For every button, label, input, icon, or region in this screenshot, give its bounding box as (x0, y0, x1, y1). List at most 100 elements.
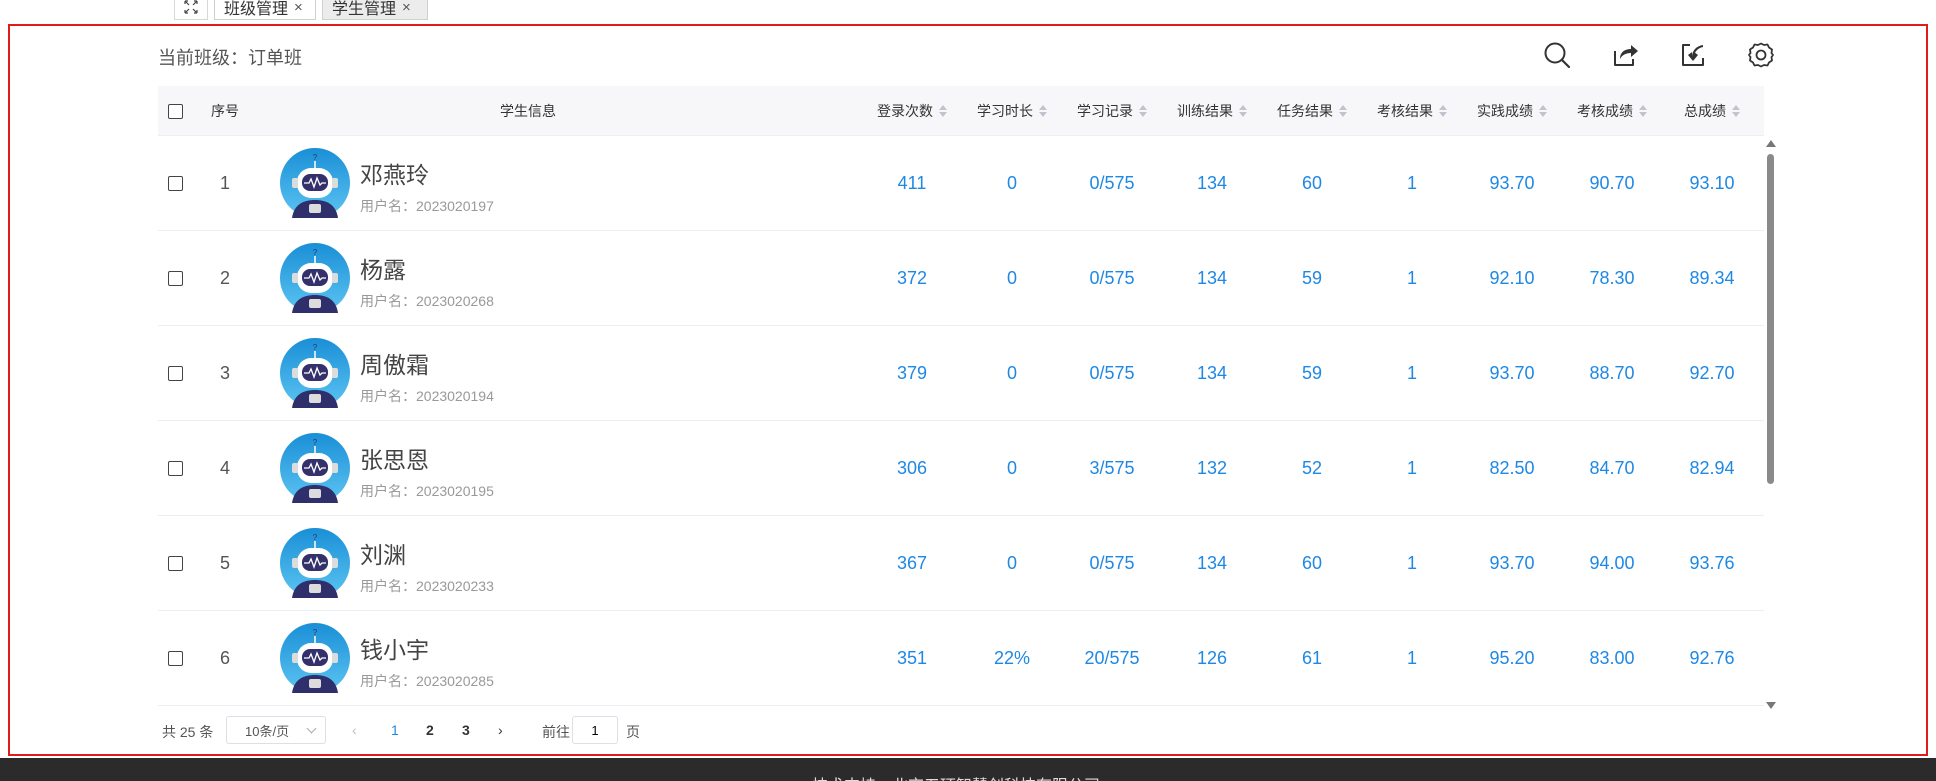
page-number-2[interactable]: 2 (426, 722, 434, 738)
scroll-up-icon[interactable] (1766, 140, 1776, 147)
row-index: 2 (219, 268, 230, 288)
column-header-practice-score[interactable]: 实践成绩 (1462, 86, 1562, 136)
cell-exam-score: 88.70 (1589, 363, 1635, 383)
cell-task: 59 (1301, 363, 1323, 383)
cell-study-record: 0/575 (1089, 173, 1135, 193)
page-number-3[interactable]: 3 (462, 722, 470, 738)
cell-total-score: 92.70 (1689, 363, 1735, 383)
row-checkbox[interactable] (167, 176, 183, 191)
table-header: 序号 学生信息 登录次数 学习时长 学习记录 训练结果 任务结果 考核结果 实践… (158, 86, 1764, 136)
cell-logins: 351 (896, 648, 928, 668)
student-username: 用户名：2023020195 (360, 483, 494, 499)
cell-study-record: 0/575 (1089, 553, 1135, 573)
avatar: ? (280, 243, 350, 313)
sort-icon[interactable] (1139, 105, 1147, 117)
sort-icon[interactable] (939, 105, 947, 117)
student-name: 刘渊 (360, 542, 406, 568)
footer: 技术支持：北京五环智慧创科技有限公司 (0, 758, 1936, 781)
tab-student-management[interactable]: 学生管理 × (322, 0, 428, 20)
sort-icon[interactable] (1039, 105, 1047, 117)
svg-text:?: ? (313, 438, 318, 447)
export-icon[interactable] (1608, 38, 1642, 72)
column-header-study-record[interactable]: 学习记录 (1062, 86, 1162, 136)
row-checkbox[interactable] (167, 461, 183, 476)
scroll-down-icon[interactable] (1766, 702, 1776, 709)
sort-icon[interactable] (1732, 105, 1740, 117)
student-username: 用户名：2023020194 (360, 388, 494, 404)
column-header-task[interactable]: 任务结果 (1262, 86, 1362, 136)
cell-study-time: 0 (1006, 363, 1017, 383)
cell-total-score: 93.76 (1689, 553, 1735, 573)
table-row[interactable]: 2 ? 杨露 用户名：2023020268 372 0 0/575 134 59… (158, 231, 1764, 326)
cell-exam-score: 84.70 (1589, 458, 1635, 478)
sort-icon[interactable] (1339, 105, 1347, 117)
row-checkbox-cell (160, 421, 190, 516)
import-icon[interactable] (1676, 38, 1710, 72)
scrollbar-thumb[interactable] (1767, 154, 1774, 484)
next-page-button[interactable]: › (498, 722, 503, 738)
chevron-down-icon (306, 723, 317, 734)
cell-study-record: 3/575 (1089, 458, 1135, 478)
cell-training: 134 (1196, 553, 1228, 573)
current-class-label: 当前班级：订单班 (158, 48, 302, 68)
svg-text:?: ? (313, 628, 318, 637)
goto-page-input[interactable] (572, 716, 618, 744)
row-checkbox[interactable] (167, 366, 183, 381)
sort-icon[interactable] (1439, 105, 1447, 117)
table-row[interactable]: 6 ? 钱小宇 用户名：2023020285 351 22% 20/575 12… (158, 611, 1764, 706)
avatar: ? (280, 148, 350, 218)
cell-exam-result: 1 (1406, 553, 1417, 573)
page-number-1[interactable]: 1 (391, 722, 399, 738)
tab-class-management[interactable]: 班级管理 × (214, 0, 316, 20)
select-all-checkbox[interactable] (167, 103, 183, 119)
cell-task: 60 (1301, 553, 1323, 573)
cell-training: 134 (1196, 268, 1228, 288)
cell-logins: 411 (897, 173, 927, 193)
tab-strip: 班级管理 × 学生管理 × (0, 0, 1936, 22)
table-row[interactable]: 1 ? 邓燕玲 用户名：2023020197 411 0 0/575 134 6… (158, 136, 1764, 231)
goto-label: 前往 (542, 724, 570, 740)
sort-icon[interactable] (1239, 105, 1247, 117)
cell-study-time: 0 (1006, 173, 1017, 193)
page-size-select[interactable]: 10条/页 (226, 716, 326, 744)
cell-total-score: 82.94 (1689, 458, 1735, 478)
column-header-exam-result[interactable]: 考核结果 (1362, 86, 1462, 136)
column-header-training[interactable]: 训练结果 (1162, 86, 1262, 136)
column-header-exam-score[interactable]: 考核成绩 (1562, 86, 1662, 136)
table-row[interactable]: 3 ? 周傲霜 用户名：2023020194 379 0 0/575 134 5… (158, 326, 1764, 421)
cell-total-score: 92.76 (1689, 648, 1735, 668)
cell-training: 134 (1196, 363, 1228, 383)
tab-label: 班级管理 (224, 1, 289, 18)
fullscreen-icon[interactable] (174, 0, 208, 20)
row-index: 4 (219, 458, 230, 478)
row-checkbox[interactable] (167, 271, 183, 286)
cell-practice-score: 92.10 (1489, 268, 1535, 288)
row-checkbox[interactable] (167, 556, 183, 571)
column-header-total-score[interactable]: 总成绩 (1662, 86, 1762, 136)
column-header-study-time[interactable]: 学习时长 (962, 86, 1062, 136)
cell-study-time: 0 (1006, 553, 1017, 573)
row-checkbox-cell (160, 231, 190, 326)
column-header-logins[interactable]: 登录次数 (862, 86, 962, 136)
pagination: 共 25 条 10条/页 ‹ 1 2 3 › 前往 页 (162, 716, 762, 744)
cell-logins: 372 (896, 268, 928, 288)
sort-icon[interactable] (1539, 105, 1547, 117)
close-icon[interactable]: × (402, 0, 411, 16)
cell-training: 134 (1196, 173, 1228, 193)
table-row[interactable]: 5 ? 刘渊 用户名：2023020233 367 0 0/575 134 60… (158, 516, 1764, 611)
table-row[interactable]: 4 ? 张思恩 用户名：2023020195 306 0 3/575 132 5… (158, 421, 1764, 516)
table-scrollbar[interactable] (1764, 136, 1778, 714)
row-index: 6 (219, 648, 230, 668)
toolbar (1540, 38, 1785, 72)
cell-practice-score: 95.20 (1489, 648, 1535, 668)
cell-exam-score: 94.00 (1589, 553, 1635, 573)
row-checkbox[interactable] (167, 651, 183, 666)
student-username: 用户名：2023020268 (360, 293, 494, 309)
close-icon[interactable]: × (294, 0, 303, 16)
settings-icon[interactable] (1744, 38, 1778, 72)
cell-exam-result: 1 (1406, 458, 1417, 478)
search-icon[interactable] (1540, 38, 1574, 72)
row-checkbox-cell (160, 326, 190, 421)
sort-icon[interactable] (1639, 105, 1647, 117)
prev-page-button[interactable]: ‹ (352, 722, 357, 738)
